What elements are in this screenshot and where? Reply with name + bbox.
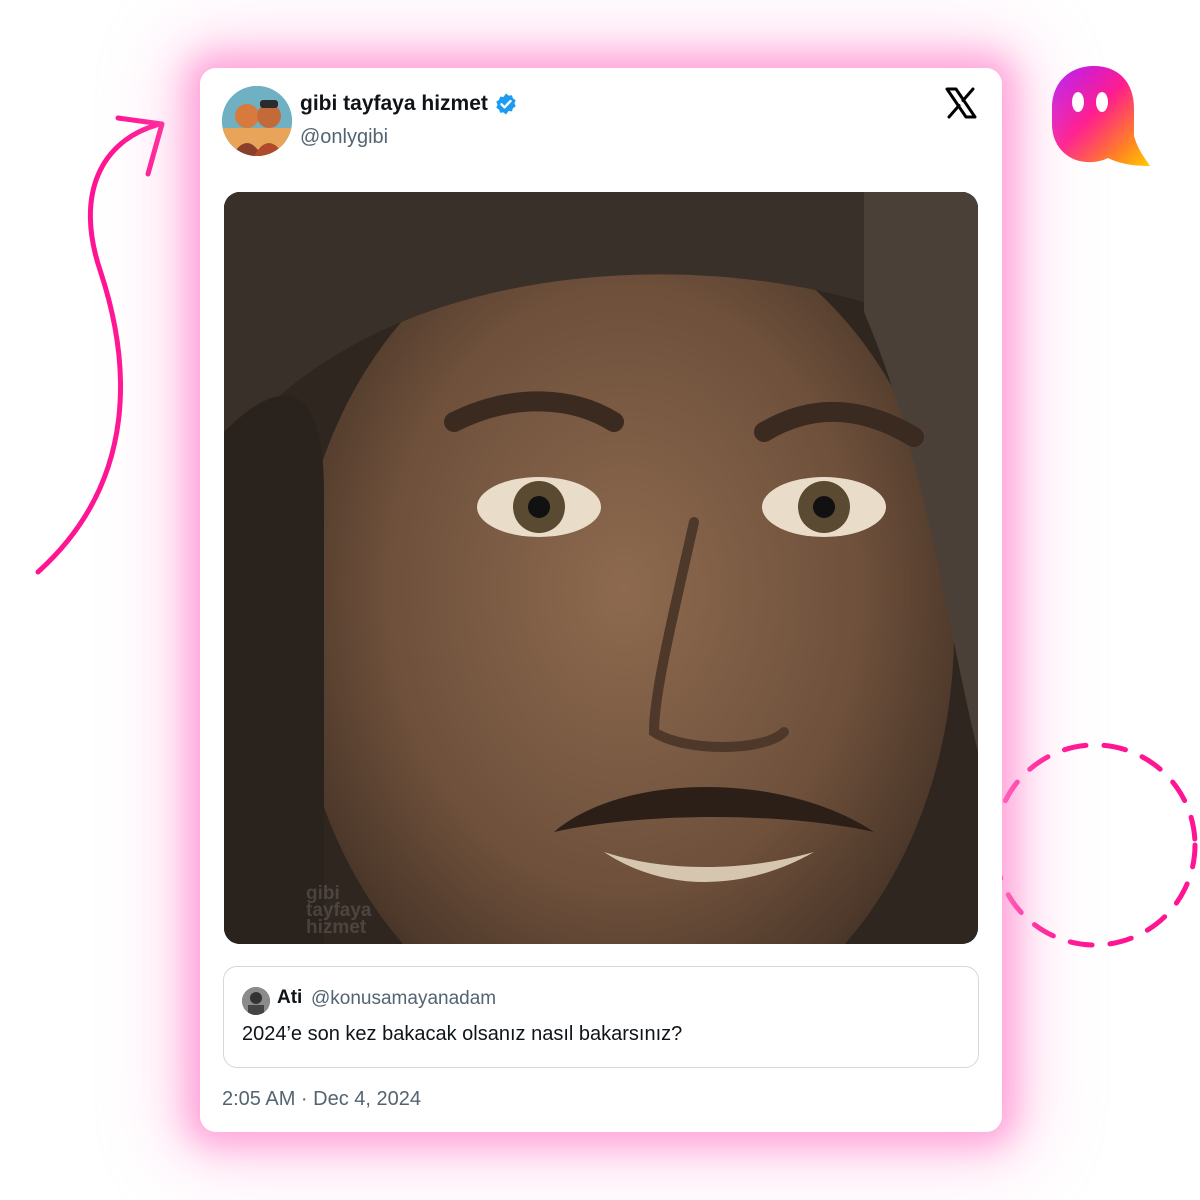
quoted-text: 2024’e son kez bakacak olsanız nasıl bak… <box>242 1023 683 1045</box>
tweet-media-image[interactable]: gibi tayfaya hizmet <box>224 192 978 944</box>
media-watermark: gibi tayfaya hizmet <box>306 883 372 938</box>
quoted-handle: @konusamayanadam <box>311 988 497 1009</box>
quoted-display-name: Ati <box>277 987 303 1008</box>
avatar-image <box>222 86 292 156</box>
decorative-dashed-circle <box>992 742 1198 948</box>
decorative-arrow <box>35 115 165 575</box>
tweet-card: gibi tayfaya hizmet @onlygibi gibi tayfa… <box>200 68 1002 1132</box>
tweet-timestamp[interactable]: 2:05 AM · Dec 4, 2024 <box>222 1088 421 1111</box>
ghost-logo-icon <box>1052 66 1150 166</box>
quoted-avatar[interactable] <box>242 987 270 1015</box>
quoted-tweet[interactable]: Ati @konusamayanadam 2024’e son kez baka… <box>223 966 979 1068</box>
quoted-avatar-image <box>242 987 270 1015</box>
x-logo-icon[interactable] <box>944 86 978 120</box>
author-handle[interactable]: @onlygibi <box>300 126 388 149</box>
author-display-name[interactable]: gibi tayfaya hizmet <box>300 92 488 116</box>
verified-badge-icon <box>496 93 516 115</box>
author-name-row: gibi tayfaya hizmet <box>300 92 518 116</box>
face-closeup-image <box>224 192 978 944</box>
profile-avatar[interactable] <box>222 86 292 156</box>
